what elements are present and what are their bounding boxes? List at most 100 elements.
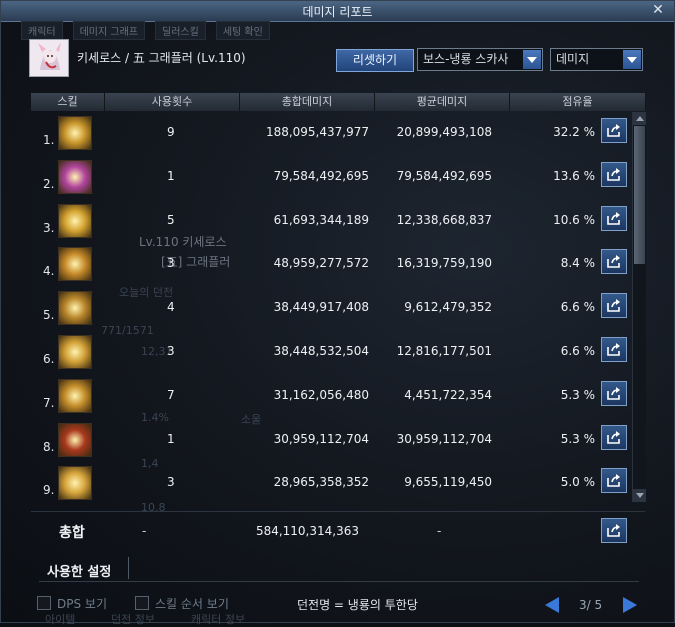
share-percent: 8.4 % (560, 256, 595, 271)
bg-fragment: 캐릭터 정보 (191, 613, 246, 626)
average-damage: 12,338,668,837 (396, 212, 492, 227)
metric-select-value: 데미지 (556, 52, 590, 66)
rank-number: 2. (43, 176, 55, 191)
damage-report-window: Lv.110 키세로스 [五] 그래플러 오늘의 던전 771/1571 12,… (0, 0, 675, 626)
bg-fragment: 던전 정보 (111, 613, 155, 626)
total-damage: 31,162,056,480 (273, 387, 369, 402)
divider (39, 581, 639, 582)
share-percent: 5.3 % (560, 431, 595, 446)
chevron-down-icon (523, 50, 541, 69)
column-header: 스킬 (31, 93, 105, 111)
average-damage: 12,816,177,501 (396, 344, 492, 358)
table-row: 1. 9 188,095,437,977 20,899,493,108 32.2 % (31, 113, 631, 157)
bg-tab: 데미지 그래프 (72, 21, 145, 40)
metric-select[interactable]: 데미지 (550, 48, 643, 71)
table-row: 5. 4 38,449,917,408 9,612,479,352 6.6 % (31, 288, 631, 332)
share-button[interactable] (601, 293, 627, 319)
scrollbar-thumb[interactable] (634, 126, 645, 264)
dungeon-select[interactable]: 보스-냉룡 스카사 (417, 48, 543, 71)
use-count: 5 (167, 212, 175, 227)
total-damage: 38,448,532,504 (273, 344, 369, 358)
checkbox-box (135, 596, 149, 610)
total-damage: 30,959,112,704 (273, 431, 369, 446)
rank-number: 6. (43, 352, 55, 366)
skill-icon (58, 116, 92, 150)
reset-button[interactable]: 리셋하기 (336, 49, 414, 72)
share-button[interactable] (601, 424, 627, 450)
window-title: 데미지 리포트 (302, 5, 373, 19)
share-icon (607, 211, 620, 225)
table-row: 2. 1 79,584,492,695 79,584,492,695 13.6 % (31, 157, 631, 201)
bg-tab: 캐릭터 (21, 21, 63, 40)
share-button[interactable] (601, 468, 627, 494)
skill-icon (58, 247, 92, 282)
share-button[interactable] (601, 249, 627, 275)
skill-icon (58, 422, 92, 457)
share-button[interactable] (601, 337, 627, 362)
skill-icon (58, 159, 92, 194)
column-header: 평균데미지 (375, 93, 510, 111)
total-damage: 48,959,277,572 (273, 256, 369, 271)
rank-number: 9. (43, 483, 55, 498)
character-name: 키세로스 / 五 그래플러 (Lv.110) (77, 51, 246, 65)
share-percent: 5.3 % (560, 387, 595, 402)
share-icon (607, 343, 620, 356)
table-row: 9. 3 28,965,358,352 9,655,119,450 5.0 % (31, 463, 631, 507)
setting-name: 던전명 = 냉룡의 투한당 (297, 598, 418, 612)
share-percent: 10.6 % (553, 212, 595, 227)
table-header: 스킬 사용횟수 총합데미지 평균데미지 점유율 (31, 93, 646, 111)
average-damage: 20,899,493,108 (396, 125, 492, 139)
use-count: 4 (167, 300, 175, 315)
average-damage: 79,584,492,695 (396, 168, 492, 183)
share-button[interactable] (601, 118, 627, 143)
scrollbar[interactable] (632, 112, 646, 502)
scroll-down-icon[interactable] (633, 489, 646, 502)
share-icon (607, 386, 620, 400)
scroll-up-icon[interactable] (633, 112, 646, 125)
skill-icon (58, 378, 92, 413)
share-icon (607, 474, 620, 488)
dps-view-checkbox[interactable]: DPS 보기 (37, 595, 107, 612)
table-row: 4. 3 48,959,277,572 16,319,759,190 8.4 % (31, 244, 631, 288)
prev-page-icon[interactable] (545, 597, 559, 613)
share-percent: 5.0 % (560, 475, 595, 490)
average-damage: 4,451,722,354 (404, 387, 492, 402)
character-avatar (29, 39, 69, 77)
total-row: 총합 - 584,110,314,363 - (31, 511, 645, 550)
share-button[interactable] (601, 380, 627, 406)
background-tabs: 캐릭터 데미지 그래프 딜러스킬 세팅 확인 (21, 21, 280, 40)
table-row: 3. 5 61,693,344,189 12,338,668,837 10.6 % (31, 201, 631, 245)
average-damage: 9,612,479,352 (404, 300, 492, 315)
bg-fragment: 아이템 (45, 613, 76, 626)
share-button[interactable] (601, 205, 627, 231)
use-count: 3 (167, 256, 175, 271)
close-icon[interactable]: ✕ (650, 2, 666, 19)
column-header: 사용횟수 (105, 93, 240, 111)
total-damage: 28,965,358,352 (273, 475, 369, 490)
share-icon (607, 299, 620, 312)
bg-tab: 세팅 확인 (215, 21, 270, 40)
skill-order-checkbox[interactable]: 스킬 순서 보기 (135, 595, 229, 612)
next-page-icon[interactable] (623, 597, 637, 613)
page-indicator: 3/ 5 (579, 598, 603, 612)
used-settings-label: 사용한 설정 (47, 565, 112, 580)
rank-number: 1. (43, 133, 55, 147)
title-bar: 데미지 리포트 ✕ (1, 1, 674, 22)
share-icon (607, 524, 620, 537)
rank-number: 7. (43, 395, 55, 410)
column-header: 총합데미지 (240, 93, 375, 111)
total-share-button[interactable] (601, 518, 627, 543)
divider (128, 557, 129, 579)
share-button[interactable] (601, 161, 627, 187)
column-header: 점유율 (510, 93, 646, 111)
share-icon (607, 167, 620, 181)
chevron-down-icon (623, 50, 641, 69)
total-damage: 38,449,917,408 (273, 300, 369, 315)
use-count: 1 (167, 431, 175, 446)
table-row: 7. 7 31,162,056,480 4,451,722,354 5.3 % (31, 376, 631, 420)
skill-icon (58, 335, 92, 369)
share-icon (607, 124, 620, 137)
dungeon-select-value: 보스-냉룡 스카사 (423, 52, 509, 66)
skill-icon (58, 203, 92, 238)
rank-number: 3. (43, 220, 55, 235)
